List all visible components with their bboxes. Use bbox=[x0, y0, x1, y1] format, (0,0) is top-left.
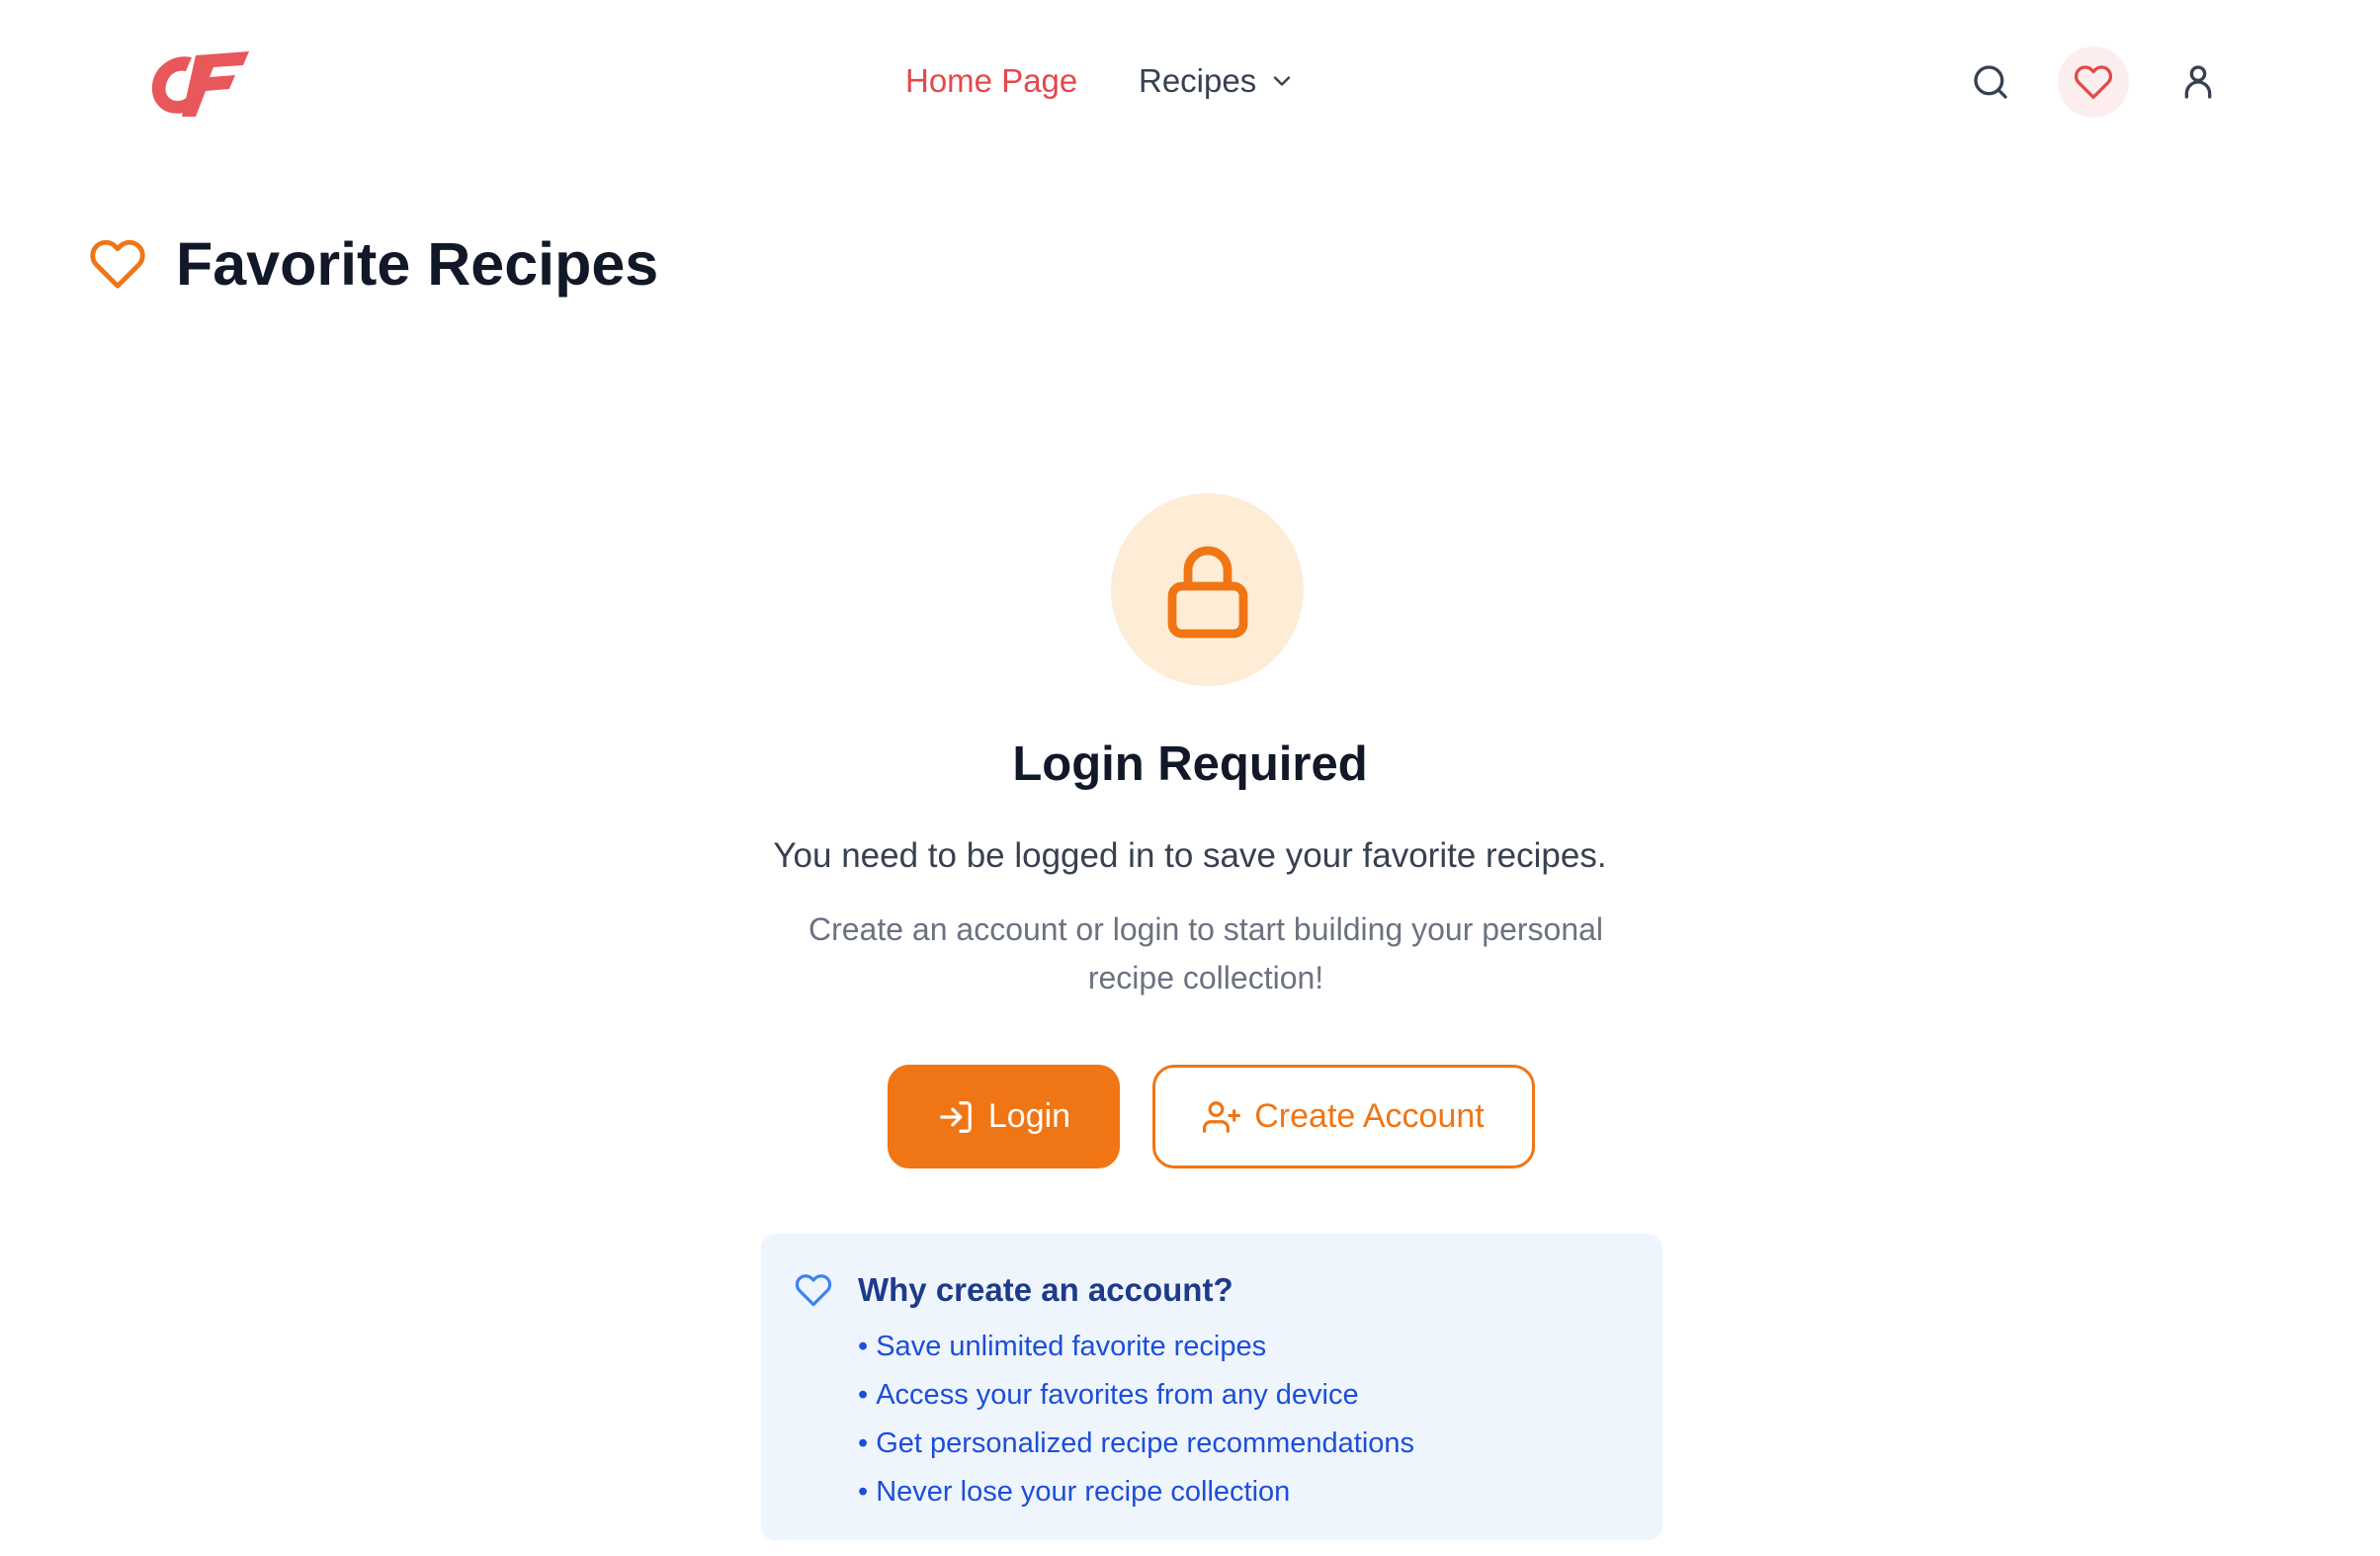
chevron-down-icon bbox=[1274, 76, 1291, 86]
benefits-heading: Why create an account? bbox=[858, 1271, 1233, 1308]
user-plus-icon bbox=[1203, 1100, 1241, 1133]
nav-home-link[interactable]: Home Page bbox=[905, 61, 1077, 101]
nav-recipes-label: Recipes bbox=[1139, 62, 1257, 99]
list-item: Save unlimited favorite recipes bbox=[858, 1323, 1414, 1371]
login-button-label: Login bbox=[987, 1097, 1071, 1135]
page-title-row: Favorite Recipes bbox=[87, 229, 658, 299]
account-benefits-box: Why create an account? Save unlimited fa… bbox=[761, 1234, 1662, 1540]
page-title: Favorite Recipes bbox=[176, 230, 659, 298]
create-account-button[interactable]: Create Account bbox=[1152, 1065, 1535, 1168]
heart-icon bbox=[2074, 65, 2113, 100]
login-required-subtext: Create an account or login to start buil… bbox=[808, 911, 1604, 995]
favorites-button[interactable] bbox=[2058, 46, 2129, 118]
benefits-list: Save unlimited favorite recipes Access y… bbox=[858, 1323, 1414, 1516]
login-required-heading: Login Required bbox=[1012, 737, 1368, 791]
user-icon bbox=[2184, 65, 2212, 99]
lock-icon bbox=[1167, 546, 1247, 638]
login-button[interactable]: Login bbox=[888, 1065, 1120, 1168]
heart-outline-icon bbox=[795, 1274, 832, 1307]
search-button[interactable] bbox=[1955, 46, 2026, 118]
log-in-icon bbox=[940, 1100, 972, 1133]
list-item: Get personalized recipe recommendations bbox=[858, 1420, 1414, 1468]
heart-outline-icon bbox=[90, 239, 145, 289]
create-account-button-label: Create Account bbox=[1254, 1097, 1485, 1135]
search-icon bbox=[1974, 65, 2007, 99]
site-header: Home Page Recipes bbox=[0, 0, 2380, 163]
account-button[interactable] bbox=[2163, 46, 2234, 118]
list-item: Never lose your recipe collection bbox=[858, 1468, 1414, 1516]
list-item: Access your favorites from any device bbox=[858, 1371, 1414, 1420]
login-required-message: You need to be logged in to save your fa… bbox=[773, 836, 1607, 875]
lock-badge bbox=[1111, 493, 1304, 686]
nav-recipes-dropdown[interactable]: Recipes bbox=[1139, 61, 1296, 101]
